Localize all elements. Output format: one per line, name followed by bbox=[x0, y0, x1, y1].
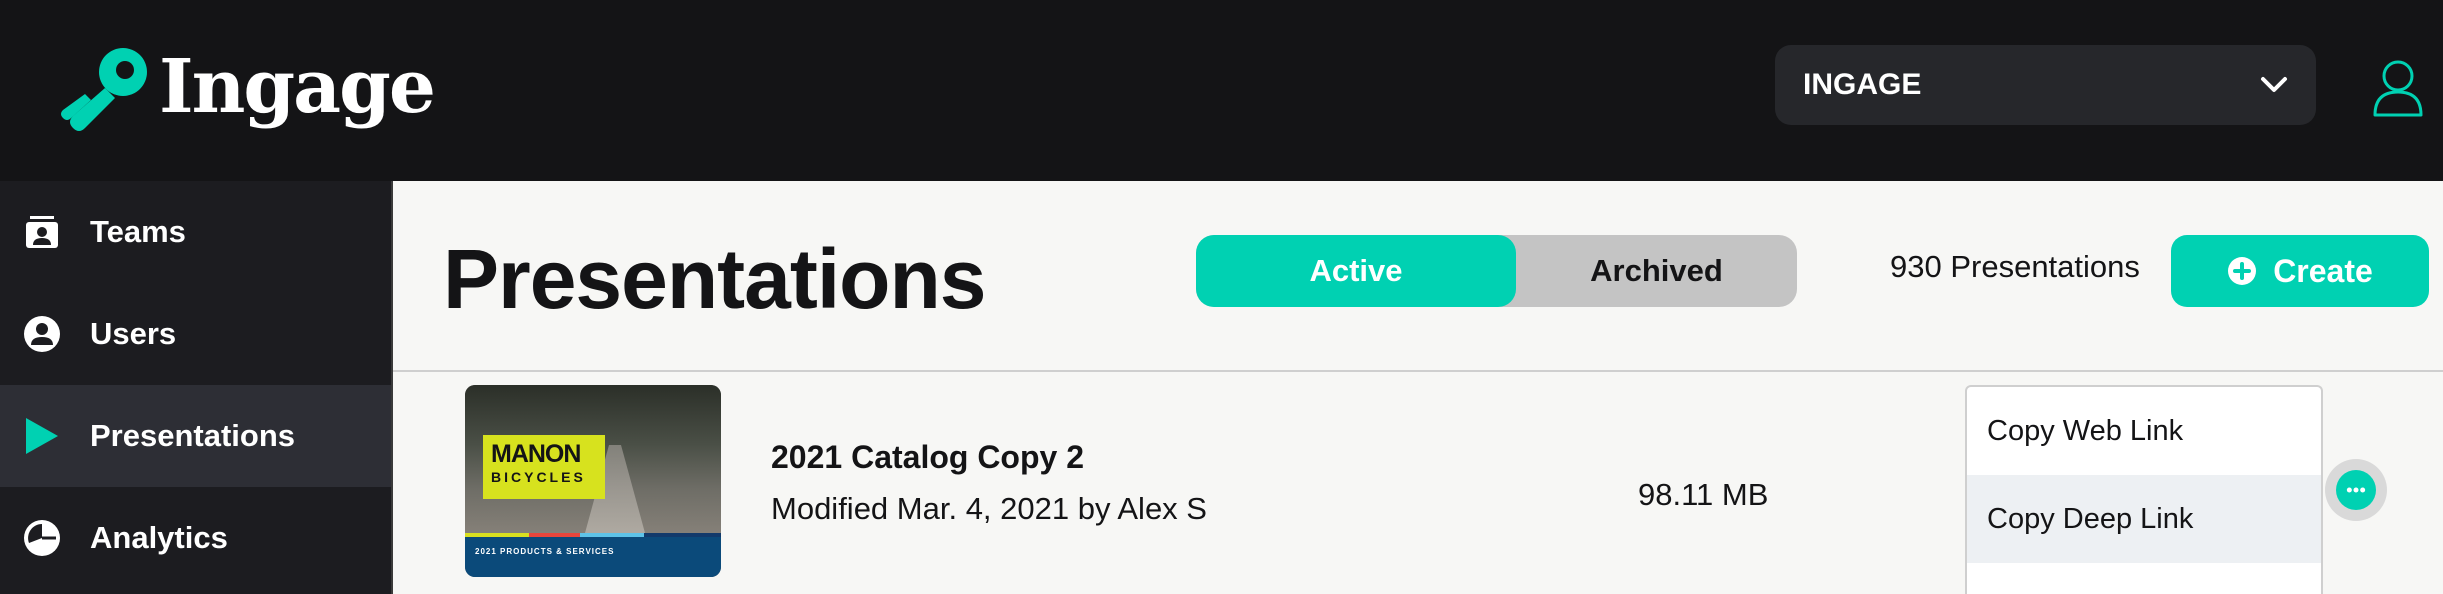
sidebar-item-users[interactable]: Users bbox=[0, 283, 391, 385]
more-options-button[interactable] bbox=[2325, 459, 2387, 521]
organization-select[interactable]: INGAGE bbox=[1775, 45, 2316, 125]
sidebar-item-label: Users bbox=[90, 316, 177, 351]
presentation-modified: Modified Mar. 4, 2021 by Alex S bbox=[771, 491, 1207, 526]
organization-select-value: INGAGE bbox=[1803, 68, 1922, 101]
thumbnail-brand-line2: BICYCLES bbox=[491, 469, 586, 485]
user-icon bbox=[2373, 60, 2423, 117]
user-account-button[interactable] bbox=[2372, 58, 2424, 118]
create-button[interactable]: Create bbox=[2171, 235, 2429, 307]
play-icon bbox=[22, 416, 62, 456]
thumbnail-band-text: 2021 PRODUCTS & SERVICES bbox=[475, 547, 615, 556]
pie-chart-icon bbox=[22, 518, 62, 558]
tab-archived[interactable]: Archived bbox=[1516, 235, 1797, 307]
top-bar: Ingage INGAGE bbox=[0, 0, 2443, 181]
status-toggle: Active Archived bbox=[1196, 235, 1797, 307]
main-content: Presentations Active Archived 930 Presen… bbox=[391, 181, 2443, 594]
presentation-count: 930 Presentations bbox=[1890, 249, 2140, 284]
thumbnail-band bbox=[465, 537, 721, 577]
logo-text: Ingage bbox=[159, 44, 436, 130]
presentation-thumbnail[interactable]: MANON BICYCLES 2021 PRODUCTS & SERVICES bbox=[465, 385, 721, 577]
sidebar-item-presentations[interactable]: Presentations bbox=[0, 385, 391, 487]
context-menu: Copy Web Link Copy Deep Link bbox=[1965, 385, 2323, 594]
sidebar-item-teams[interactable]: Teams bbox=[0, 181, 391, 283]
menu-item-copy-deep-link[interactable]: Copy Deep Link bbox=[1967, 475, 2321, 563]
sidebar: Teams Users Presentations Analytics bbox=[0, 181, 391, 594]
app-logo[interactable]: Ingage bbox=[55, 44, 436, 136]
create-button-label: Create bbox=[2273, 252, 2373, 289]
presentation-size: 98.11 MB bbox=[1638, 477, 1769, 512]
sidebar-item-label: Teams bbox=[90, 214, 186, 249]
user-circle-icon bbox=[22, 314, 62, 354]
page-title: Presentations bbox=[443, 232, 987, 326]
teams-icon bbox=[22, 212, 62, 252]
thumbnail-brand-box: MANON BICYCLES bbox=[483, 435, 605, 499]
thumbnail-brand-line1: MANON bbox=[491, 440, 581, 468]
more-dots-icon bbox=[2336, 470, 2376, 510]
rocket-logo-icon bbox=[61, 48, 147, 131]
presentation-title[interactable]: 2021 Catalog Copy 2 bbox=[771, 439, 1084, 476]
chevron-down-icon bbox=[2261, 77, 2287, 92]
sidebar-item-analytics[interactable]: Analytics bbox=[0, 487, 391, 589]
sidebar-item-label: Presentations bbox=[90, 418, 296, 453]
sidebar-item-label: Analytics bbox=[90, 520, 228, 555]
tab-active[interactable]: Active bbox=[1196, 235, 1516, 307]
menu-item-copy-web-link[interactable]: Copy Web Link bbox=[1967, 387, 2321, 475]
plus-circle-icon bbox=[2228, 257, 2257, 285]
